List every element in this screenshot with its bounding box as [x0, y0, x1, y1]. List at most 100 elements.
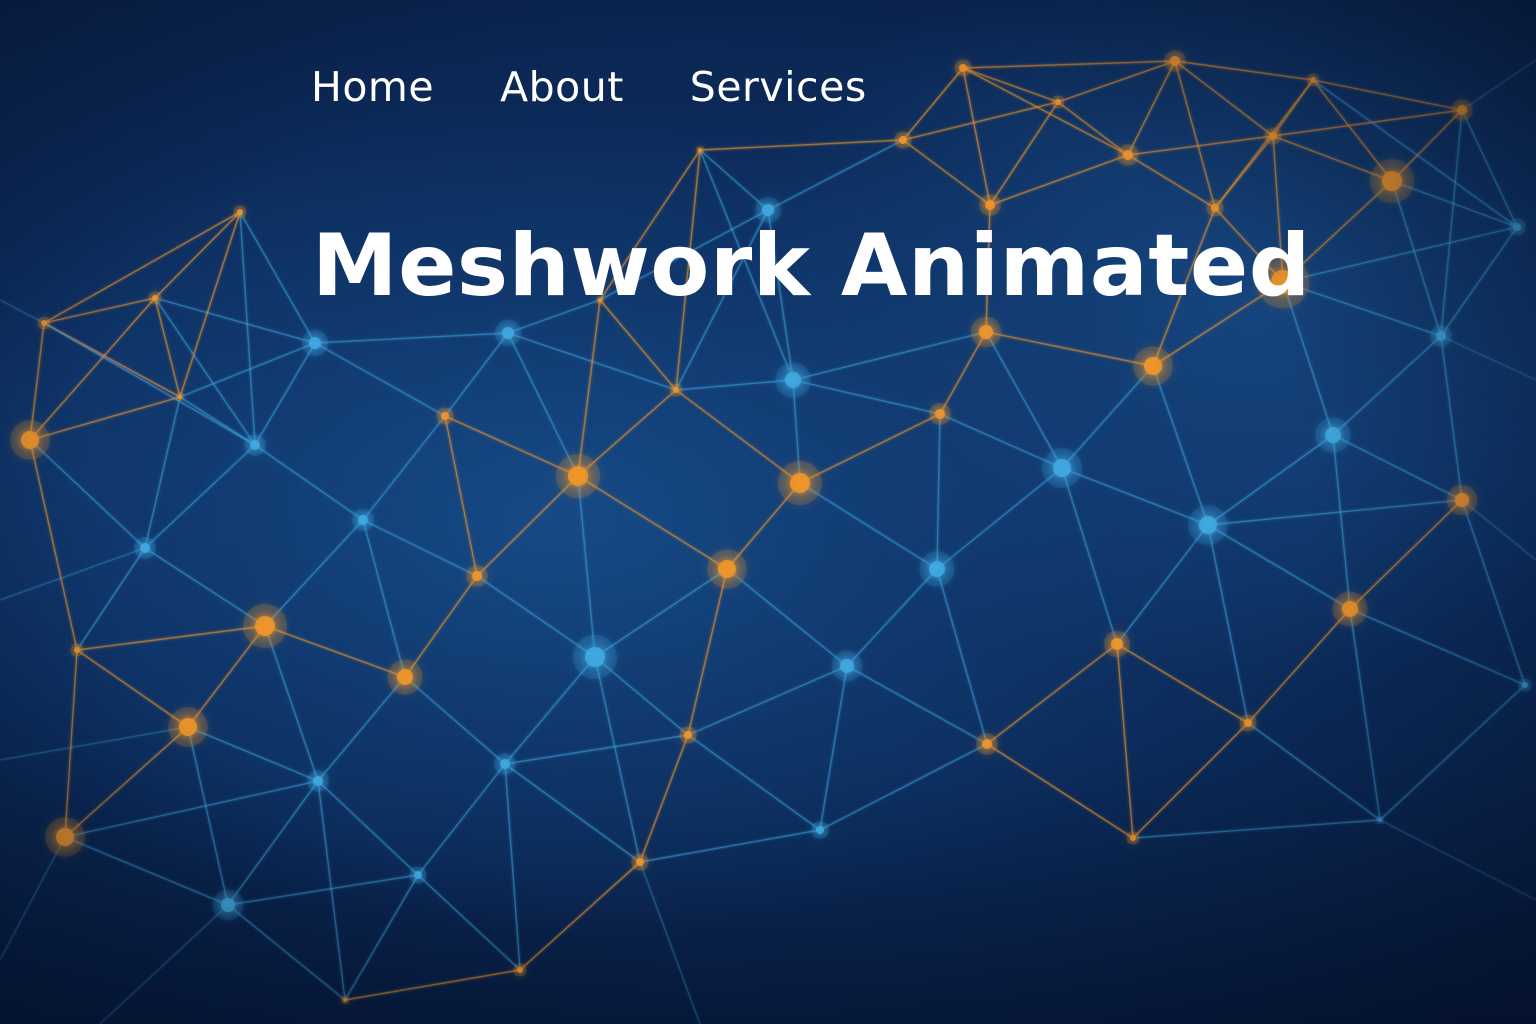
- mesh-node: [212, 889, 244, 921]
- mesh-edge: [639, 861, 701, 1024]
- mesh-edge: [989, 154, 1129, 206]
- mesh-edge: [254, 342, 316, 446]
- mesh-node: [301, 329, 329, 357]
- mesh-node: [148, 291, 162, 305]
- mesh-edge: [239, 211, 256, 446]
- mesh-node: [831, 650, 863, 682]
- mesh-edge: [767, 139, 904, 211]
- mesh-node: [352, 509, 374, 531]
- mesh-node: [134, 537, 156, 559]
- mesh-edge: [936, 413, 941, 570]
- mesh-edge: [0, 547, 146, 601]
- mesh-node: [70, 643, 84, 657]
- mesh-edge: [1116, 524, 1209, 645]
- mesh-edge: [985, 331, 1154, 367]
- nav-link-services[interactable]: Services: [690, 62, 867, 112]
- nav-link-about[interactable]: About: [500, 62, 624, 112]
- mesh-edge: [1207, 499, 1463, 526]
- mesh-edge: [1127, 154, 1216, 209]
- mesh-edge: [962, 67, 1059, 103]
- mesh-node: [1042, 448, 1082, 488]
- mesh-node: [1306, 73, 1320, 87]
- mesh-edge: [154, 297, 181, 398]
- mesh-edge: [417, 874, 521, 971]
- mesh-edge: [962, 67, 991, 206]
- mesh-edge: [344, 969, 521, 1001]
- mesh-edge: [99, 904, 229, 1024]
- mesh-edge: [254, 444, 364, 521]
- mesh-edge: [1391, 180, 1442, 337]
- mesh-edge: [144, 444, 256, 549]
- mesh-node: [679, 726, 697, 744]
- mesh-edge: [507, 332, 579, 477]
- mesh-node: [778, 461, 822, 505]
- mesh-node: [233, 205, 247, 219]
- mesh-node: [919, 551, 955, 587]
- mesh-edge: [1440, 335, 1536, 381]
- mesh-edge: [962, 60, 1176, 69]
- mesh-node: [556, 454, 600, 498]
- mesh-edge: [1207, 524, 1249, 724]
- mesh-edge: [819, 743, 988, 831]
- mesh-edge: [29, 439, 146, 549]
- mesh-edge: [29, 439, 78, 651]
- mesh-edge: [846, 568, 938, 667]
- mesh-edge: [1207, 434, 1334, 526]
- mesh-edge: [76, 649, 189, 728]
- mesh-node: [436, 407, 454, 425]
- mesh-edge: [1214, 79, 1314, 209]
- mesh-edge: [179, 211, 241, 398]
- mesh-node: [1508, 218, 1526, 236]
- mesh-edge: [504, 763, 521, 971]
- mesh-edge: [43, 297, 156, 324]
- nav-link-home[interactable]: Home: [311, 62, 434, 112]
- mesh-edge: [1379, 819, 1536, 901]
- mesh-edge: [0, 836, 66, 961]
- mesh-edge: [317, 676, 406, 782]
- mesh-node: [979, 194, 1001, 216]
- mesh-edge: [577, 475, 728, 570]
- mesh-edge: [227, 874, 419, 906]
- mesh-edge: [1332, 335, 1442, 436]
- mesh-edge: [1282, 226, 1518, 283]
- mesh-edge: [0, 726, 189, 761]
- mesh-edge: [317, 780, 419, 876]
- mesh-edge: [64, 836, 229, 906]
- mesh-node: [1117, 144, 1139, 166]
- mesh-edge: [1349, 499, 1463, 610]
- mesh-edge: [902, 139, 991, 206]
- mesh-node: [1518, 678, 1532, 692]
- mesh-edge: [986, 643, 1118, 745]
- hero-page: Home About Services Meshwork Animated: [0, 0, 1536, 1024]
- mesh-edge: [1312, 79, 1463, 111]
- mesh-node: [244, 434, 266, 456]
- mesh-edge: [154, 211, 241, 299]
- hero-title: Meshwork Animated: [312, 216, 1311, 316]
- mesh-node: [1126, 831, 1140, 845]
- mesh-node: [631, 853, 649, 871]
- mesh-node: [340, 995, 350, 1005]
- mesh-node: [811, 821, 829, 839]
- mesh-edge: [1349, 608, 1526, 686]
- mesh-edge: [264, 625, 406, 678]
- mesh-edge: [846, 665, 988, 745]
- mesh-node: [929, 403, 951, 425]
- mesh-node: [10, 420, 50, 460]
- mesh-node: [1332, 591, 1368, 627]
- mesh-edge: [577, 299, 601, 477]
- mesh-edge: [1061, 467, 1209, 526]
- mesh-node: [45, 817, 85, 857]
- mesh-node: [494, 753, 516, 775]
- mesh-edge: [687, 734, 821, 831]
- mesh-edge: [1132, 722, 1249, 839]
- mesh-edge: [417, 763, 506, 876]
- mesh-edge: [404, 575, 478, 678]
- mesh-edge: [1312, 79, 1518, 228]
- mesh-node: [775, 362, 811, 398]
- mesh-edge: [154, 297, 316, 344]
- mesh-edge: [187, 726, 229, 906]
- mesh-node: [970, 316, 1002, 348]
- mesh-edge: [687, 568, 728, 736]
- mesh-node: [243, 604, 287, 648]
- mesh-edge: [799, 413, 941, 484]
